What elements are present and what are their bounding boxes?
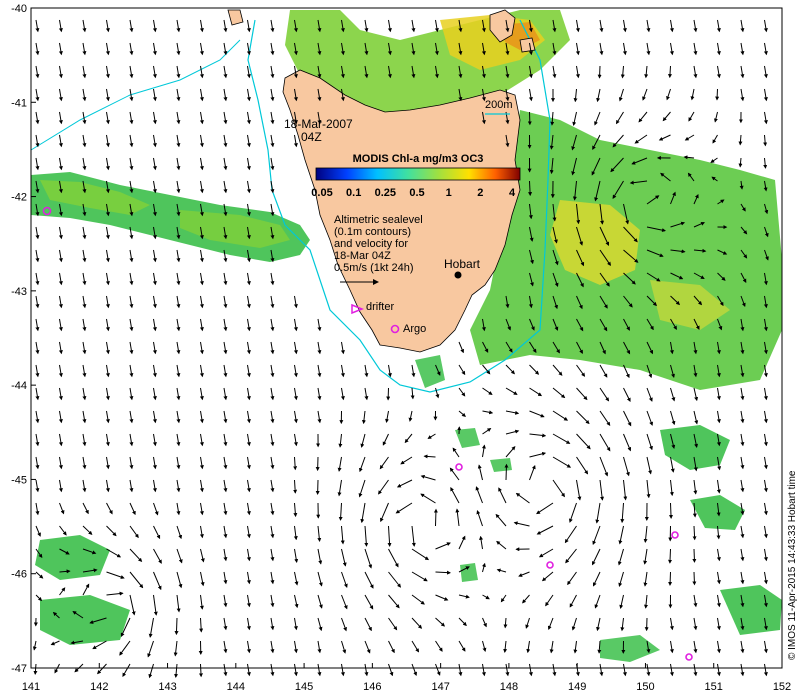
velocity-arrow: [504, 463, 509, 481]
lon-tick-label: 142: [90, 681, 108, 693]
lon-tick-label: 150: [636, 681, 654, 693]
colorbar-tick-label: 2: [477, 187, 483, 199]
velocity-arrow: [715, 88, 720, 101]
date-line-1: 18-Mar-2007: [284, 117, 353, 131]
lat-tick-label: -47: [11, 663, 27, 675]
date-line-2: 04Z: [301, 130, 322, 144]
description-line: 18-Mar 04Z: [334, 250, 391, 262]
credit-text: © IMOS 11-Apr-2015 14:43:33 Hobart time: [787, 470, 798, 660]
velocity-arrow: [597, 65, 602, 79]
colorbar-tick-label: 0.05: [311, 187, 332, 199]
lat-tick-label: -42: [11, 192, 27, 204]
description-line: Altimetric sealevel: [334, 214, 423, 226]
lon-tick-label: 149: [568, 681, 586, 693]
velocity-arrow: [174, 617, 179, 636]
drifter-label: drifter: [366, 301, 394, 313]
lon-tick-label: 145: [295, 681, 313, 693]
colorbar-tick-label: 0.1: [346, 187, 361, 199]
colorbar-tick-label: 0.25: [375, 187, 396, 199]
velocity-arrow: [667, 65, 672, 79]
velocity-arrow: [692, 548, 697, 563]
hobart-marker: [454, 271, 462, 279]
description-line: 0.5m/s (1kt 24h): [334, 262, 413, 274]
velocity-arrow: [198, 663, 203, 678]
colorbar-title: MODIS Chl-a mg/m3 OC3: [353, 153, 484, 165]
velocity-arrow: [528, 180, 533, 197]
lat-tick-label: -45: [11, 474, 27, 486]
colorbar-gradient: [315, 167, 521, 181]
colorbar-tick-label: 4: [509, 187, 516, 199]
lon-tick-label: 152: [773, 681, 791, 693]
lon-tick-label: 151: [705, 681, 723, 693]
lat-tick-label: -40: [11, 3, 27, 15]
lon-tick-label: 148: [500, 681, 518, 693]
argo-label: Argo: [403, 323, 426, 335]
lat-tick-label: -43: [11, 286, 27, 298]
velocity-arrow: [668, 548, 673, 564]
velocity-arrow: [433, 508, 438, 527]
velocity-arrow: [692, 571, 697, 586]
colorbar-tick-label: 0.5: [409, 187, 424, 199]
velocity-arrow: [692, 525, 697, 541]
ocean-map: MODIS Chl-a mg/m3 OC3 0.05 0.1 0.25 0.5 1 2 4 …: [11, 3, 798, 693]
lon-tick-label: 147: [431, 681, 449, 693]
cape-barren-island: [519, 37, 536, 53]
velocity-arrow: [668, 502, 673, 519]
lon-tick-label: 146: [363, 681, 381, 693]
hobart-label: Hobart: [444, 257, 481, 271]
lon-tick-label: 141: [22, 681, 40, 693]
lon-tick-label: 144: [227, 681, 245, 693]
lat-tick-label: -46: [11, 569, 27, 581]
description-line: and velocity for: [334, 238, 408, 250]
lon-tick-label: 143: [158, 681, 176, 693]
isobath-label: 200m: [485, 99, 513, 111]
description-line: (0.1m contours): [334, 226, 411, 238]
chl-patch-south-10: [460, 563, 478, 582]
colorbar-tick-label: 1: [446, 187, 452, 199]
lat-tick-label: -44: [11, 380, 27, 392]
velocity-arrow: [668, 571, 673, 586]
lat-tick-label: -41: [11, 97, 27, 109]
